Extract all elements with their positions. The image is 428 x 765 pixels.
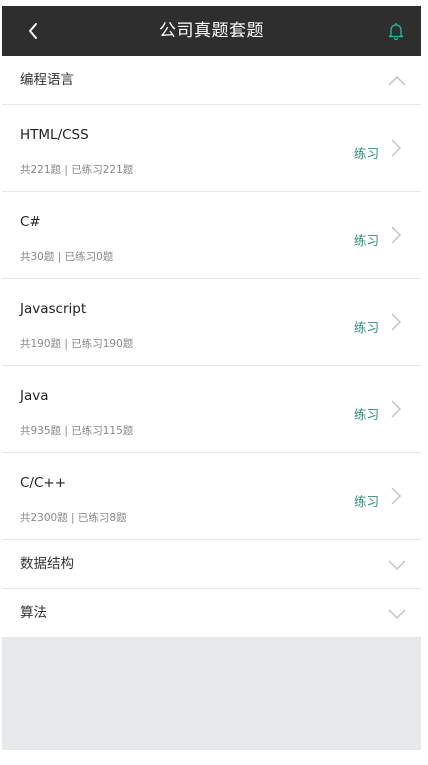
chevron-down-icon (388, 609, 406, 620)
list-item[interactable]: HTML/CSS 共221题 | 已练习221题 练习 (2, 105, 421, 192)
chevron-left-icon (29, 23, 37, 39)
app-screen: 公司真题套题 编程语言 HTML/CSS 共221题 | 已练习221题 练习 (2, 6, 421, 750)
practice-button[interactable]: 练习 (354, 143, 379, 162)
section-label: 数据结构 (20, 556, 74, 572)
section-label: 编程语言 (20, 72, 74, 88)
item-stats: 共935题 | 已练习115题 (20, 425, 134, 437)
item-title: Java (20, 388, 49, 404)
chevron-right-icon[interactable] (389, 312, 403, 332)
chevron-right-icon[interactable] (389, 486, 403, 506)
notification-button[interactable] (385, 20, 407, 42)
category-list: 编程语言 HTML/CSS 共221题 | 已练习221题 练习 C# 共30题… (2, 56, 421, 638)
item-title: HTML/CSS (20, 127, 89, 143)
section-label: 算法 (20, 605, 47, 621)
item-title: C/C++ (20, 475, 67, 491)
list-item[interactable]: Java 共935题 | 已练习115题 练习 (2, 366, 421, 453)
section-header-algorithms[interactable]: 算法 (2, 589, 421, 638)
bell-icon (388, 23, 404, 40)
list-item[interactable]: C/C++ 共2300题 | 已练习8题 练习 (2, 453, 421, 540)
chevron-down-icon (388, 560, 406, 571)
chevron-right-icon[interactable] (389, 138, 403, 158)
back-button[interactable] (20, 18, 46, 44)
item-title: Javascript (20, 301, 87, 317)
page-title: 公司真题套题 (159, 21, 264, 41)
list-item[interactable]: C# 共30题 | 已练习0题 练习 (2, 192, 421, 279)
item-stats: 共30题 | 已练习0题 (20, 251, 114, 263)
practice-button[interactable]: 练习 (354, 491, 379, 510)
practice-button[interactable]: 练习 (354, 404, 379, 423)
practice-button[interactable]: 练习 (354, 317, 379, 336)
chevron-right-icon[interactable] (389, 225, 403, 245)
item-stats: 共2300题 | 已练习8题 (20, 512, 127, 524)
practice-button[interactable]: 练习 (354, 230, 379, 249)
item-stats: 共190题 | 已练习190题 (20, 338, 134, 350)
chevron-up-icon (388, 75, 406, 86)
list-item[interactable]: Javascript 共190题 | 已练习190题 练习 (2, 279, 421, 366)
item-stats: 共221题 | 已练习221题 (20, 164, 134, 176)
chevron-right-icon[interactable] (389, 399, 403, 419)
item-title: C# (20, 214, 41, 230)
top-bar: 公司真题套题 (2, 6, 421, 56)
section-header-data-structures[interactable]: 数据结构 (2, 540, 421, 589)
section-header-programming-languages[interactable]: 编程语言 (2, 56, 421, 105)
